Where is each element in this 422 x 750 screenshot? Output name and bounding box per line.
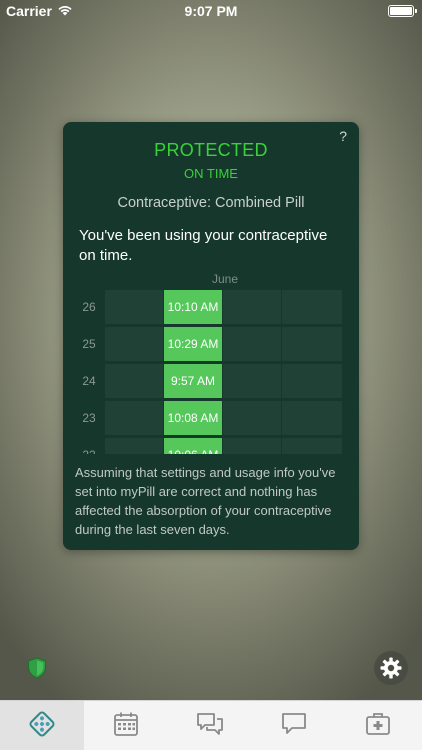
chat-bubbles-icon bbox=[195, 711, 225, 742]
day-number: 23 bbox=[82, 411, 96, 425]
history-cell bbox=[282, 364, 342, 398]
pill-taken-time[interactable]: 10:08 AM bbox=[164, 401, 222, 435]
history-row: 26 10:10 AM bbox=[73, 290, 345, 324]
shield-icon[interactable] bbox=[27, 657, 47, 679]
tab-forum[interactable] bbox=[168, 701, 252, 750]
history-cell bbox=[105, 290, 163, 324]
battery-icon bbox=[388, 5, 417, 17]
history-cell bbox=[282, 401, 342, 435]
day-number: 25 bbox=[82, 337, 96, 351]
history-cell bbox=[105, 401, 163, 435]
pill-taken-time[interactable]: 10:06 AM bbox=[164, 438, 222, 454]
tab-calendar[interactable] bbox=[84, 701, 168, 750]
day-number: 22 bbox=[73, 438, 105, 454]
pill-pack-icon bbox=[27, 709, 57, 744]
history-row: 25 10:29 AM bbox=[73, 327, 345, 361]
history-cell bbox=[105, 438, 163, 454]
history-cell bbox=[282, 327, 342, 361]
day-number: 24 bbox=[82, 374, 96, 388]
history-row: 24 9:57 AM bbox=[73, 364, 345, 398]
contraceptive-type: Contraceptive: Combined Pill bbox=[117, 195, 305, 211]
history-cell bbox=[223, 438, 281, 454]
history-row: 22 10:06 AM bbox=[73, 438, 345, 454]
status-bar: Carrier 9:07 PM bbox=[0, 0, 422, 22]
tab-bar bbox=[0, 700, 422, 750]
gear-icon[interactable] bbox=[374, 651, 408, 685]
protection-card: ? PROTECTED ON TIME Contraceptive: Combi… bbox=[63, 122, 359, 550]
status-message: You've been using your contraceptive on … bbox=[79, 227, 328, 264]
history-cell bbox=[223, 401, 281, 435]
pill-taken-time[interactable]: 9:57 AM bbox=[164, 364, 222, 398]
timing-status: ON TIME bbox=[184, 166, 238, 181]
disclaimer-note: Assuming that settings and usage info yo… bbox=[75, 465, 336, 537]
chat-bubble-icon bbox=[280, 711, 308, 742]
history-cell bbox=[105, 364, 163, 398]
history-cell bbox=[223, 364, 281, 398]
tab-health[interactable] bbox=[336, 701, 420, 750]
history-cell bbox=[282, 438, 342, 454]
pill-taken-time[interactable]: 10:29 AM bbox=[164, 327, 222, 361]
history-cell bbox=[223, 327, 281, 361]
protection-status: PROTECTED bbox=[154, 140, 268, 160]
calendar-icon bbox=[113, 711, 139, 742]
tab-messages[interactable] bbox=[252, 701, 336, 750]
history-cell bbox=[282, 290, 342, 324]
day-number: 26 bbox=[82, 300, 96, 314]
history-row: 23 10:08 AM bbox=[73, 401, 345, 435]
pill-taken-time[interactable]: 10:10 AM bbox=[164, 290, 222, 324]
pill-history-grid[interactable]: 26 10:10 AM 25 10:29 AM 24 9:57 AM 23 10… bbox=[73, 290, 345, 454]
history-cell bbox=[223, 290, 281, 324]
first-aid-kit-icon bbox=[364, 711, 392, 742]
tab-pills[interactable] bbox=[0, 701, 84, 750]
history-cell bbox=[105, 327, 163, 361]
status-time: 9:07 PM bbox=[184, 3, 238, 19]
month-label: June bbox=[211, 272, 239, 286]
